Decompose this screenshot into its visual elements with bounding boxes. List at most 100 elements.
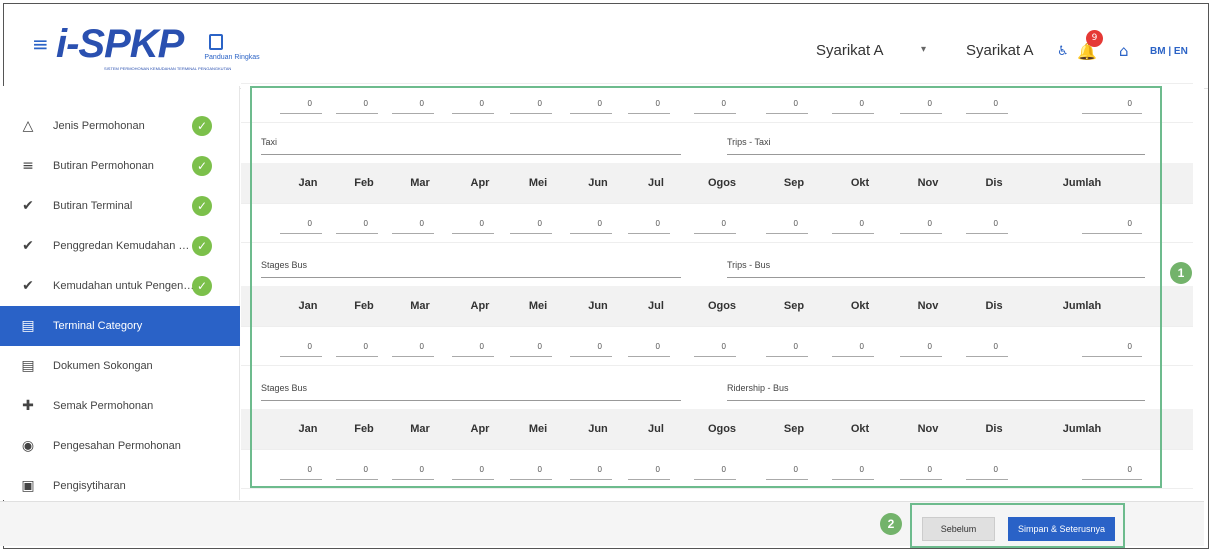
month-value-input[interactable]: 0 [900, 337, 942, 357]
month-value-input[interactable]: 0 [966, 337, 1008, 357]
month-header: Mei [528, 177, 548, 189]
sidebar-item[interactable]: ▤ Terminal Category [0, 306, 240, 346]
clipboard-icon: ▣ [21, 478, 35, 494]
month-value-input[interactable]: 0 [570, 214, 612, 234]
check-circle-icon: ✔ [22, 198, 34, 214]
month-value-input[interactable]: 0 [628, 94, 670, 114]
month-value-input[interactable]: 0 [570, 94, 612, 114]
month-value-input[interactable]: 0 [966, 460, 1008, 480]
month-value-input[interactable]: 0 [1082, 337, 1142, 357]
month-value-input[interactable]: 0 [280, 337, 322, 357]
month-value-input[interactable]: 0 [694, 337, 736, 357]
sidebar-item-label: Semak Permohonan [53, 400, 154, 412]
category-row: Taxi Trips - Taxi [241, 123, 1193, 163]
menu-icon[interactable]: ≡ [32, 32, 49, 56]
quick-guide-label: Panduan Ringkas [204, 54, 260, 61]
company-select[interactable]: Syarikat A [816, 42, 884, 59]
documents-icon: ▤ [21, 358, 35, 374]
month-value-input[interactable]: 0 [452, 94, 494, 114]
month-header: Mar [410, 423, 430, 435]
category-field[interactable]: Taxi [261, 133, 681, 155]
chevron-down-icon[interactable]: ▾ [921, 44, 926, 55]
month-value-input[interactable]: 0 [392, 337, 434, 357]
sidebar-item[interactable]: ✔ Kemudahan untuk Pengendalian✓ [0, 266, 240, 306]
month-value-input[interactable]: 0 [832, 460, 874, 480]
month-value-input[interactable]: 0 [510, 214, 552, 234]
month-value-input[interactable]: 0 [766, 94, 808, 114]
sidebar-item[interactable]: ✔ Penggredan Kemudahan Pengangkutan✓ [0, 226, 240, 266]
month-value-input[interactable]: 0 [966, 94, 1008, 114]
month-value-input[interactable]: 0 [1082, 460, 1142, 480]
month-value-input[interactable]: 0 [900, 94, 942, 114]
sidebar-item[interactable]: ≡ Butiran Permohonan ✓ [0, 146, 240, 186]
previous-button[interactable]: Sebelum [922, 517, 995, 541]
month-header: Okt [850, 423, 870, 435]
month-value-input[interactable]: 0 [336, 337, 378, 357]
month-value-input[interactable]: 0 [900, 460, 942, 480]
month-value-input[interactable]: 0 [336, 214, 378, 234]
month-value-input[interactable]: 0 [832, 337, 874, 357]
month-value-input[interactable]: 0 [392, 94, 434, 114]
month-header: Apr [470, 300, 490, 312]
app-logo[interactable]: i-SPKP [56, 22, 184, 67]
home-icon[interactable]: ⌂ [1119, 42, 1129, 60]
month-header: Mar [410, 300, 430, 312]
month-value-input[interactable]: 0 [766, 214, 808, 234]
month-value-input[interactable]: 0 [766, 460, 808, 480]
sidebar-item[interactable]: ▣ Pengisytiharan [0, 466, 240, 506]
language-switch[interactable]: BM | EN [1150, 46, 1188, 57]
month-value-input[interactable]: 0 [336, 460, 378, 480]
month-value-input[interactable]: 0 [694, 94, 736, 114]
month-value-input[interactable]: 0 [628, 214, 670, 234]
metric-field[interactable]: Ridership - Bus [727, 379, 1145, 401]
month-value-input[interactable]: 0 [510, 337, 552, 357]
sidebar-item[interactable]: ✚ Semak Permohonan [0, 386, 240, 426]
month-value-input[interactable]: 0 [966, 214, 1008, 234]
month-header: Nov [917, 300, 939, 312]
month-values-row: 0000000000000 [241, 203, 1193, 243]
month-header: Apr [470, 423, 490, 435]
sidebar-item[interactable]: ◉ Pengesahan Permohonan [0, 426, 240, 466]
month-value-input[interactable]: 0 [510, 94, 552, 114]
month-value-input[interactable]: 0 [570, 337, 612, 357]
month-value-input[interactable]: 0 [452, 214, 494, 234]
month-value-input[interactable]: 0 [392, 214, 434, 234]
category-row: Stages Bus Ridership - Bus [241, 369, 1193, 409]
month-value-input[interactable]: 0 [336, 94, 378, 114]
month-value-input[interactable]: 0 [766, 337, 808, 357]
month-value-input[interactable]: 0 [280, 94, 322, 114]
metric-field[interactable]: Trips - Taxi [727, 133, 1145, 155]
month-value-input[interactable]: 0 [280, 214, 322, 234]
month-header-row: Jan Feb Mar Apr Mei Jun Jul Ogos Sep Okt Nov Dis Jum… [241, 286, 1193, 326]
sidebar-item-label: Terminal Category [53, 320, 143, 332]
month-value-input[interactable]: 0 [694, 214, 736, 234]
month-value-input[interactable]: 0 [832, 94, 874, 114]
month-value-input[interactable]: 0 [452, 337, 494, 357]
month-value-input[interactable]: 0 [570, 460, 612, 480]
month-value-input[interactable]: 0 [1082, 94, 1142, 114]
callout-badge-1: 1 [1170, 262, 1192, 284]
month-value-input[interactable]: 0 [628, 337, 670, 357]
accessibility-icon[interactable]: ♿ [1057, 44, 1069, 59]
sidebar-item[interactable]: △ Jenis Permohonan ✓ [0, 106, 240, 146]
category-field[interactable]: Stages Bus [261, 379, 681, 401]
sidebar-item[interactable]: ▤ Dokumen Sokongan [0, 346, 240, 386]
category-field[interactable]: Stages Bus [261, 256, 681, 278]
month-value-input[interactable]: 0 [832, 214, 874, 234]
month-value-input[interactable]: 0 [1082, 214, 1142, 234]
metric-field[interactable]: Trips - Bus [727, 256, 1145, 278]
month-value-input[interactable]: 0 [694, 460, 736, 480]
quick-guide-link[interactable]: Panduan Ringkas [202, 34, 262, 61]
month-value-input[interactable]: 0 [900, 214, 942, 234]
month-value-input[interactable]: 0 [392, 460, 434, 480]
save-and-next-button[interactable]: Simpan & Seterusnya [1008, 517, 1115, 541]
month-value-input[interactable]: 0 [452, 460, 494, 480]
sidebar-item[interactable]: ✔ Butiran Terminal ✓ [0, 186, 240, 226]
month-header: Dis [985, 177, 1003, 189]
sidebar-item-label: Butiran Terminal [53, 200, 133, 212]
month-value-input[interactable]: 0 [280, 460, 322, 480]
month-header: Jul [648, 177, 664, 189]
month-value-input[interactable]: 0 [628, 460, 670, 480]
month-value-input[interactable]: 0 [510, 460, 552, 480]
sidebar-nav: △ Jenis Permohonan ✓ ≡ Butiran Permohonan ✓ ✔ B… [0, 86, 240, 500]
